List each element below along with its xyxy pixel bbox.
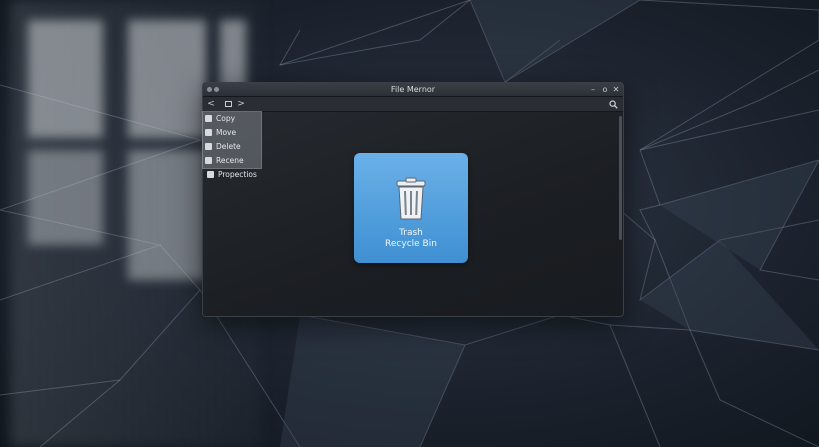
view-mode-icon[interactable] [222,97,234,111]
rename-icon [205,157,212,164]
file-manager-window: File Mernor – o ✕ < > Trash Recycle Bin [202,82,624,317]
item-subtitle: Recycle Bin [385,239,437,249]
menu-item-properties[interactable]: Propectios [207,169,267,181]
trash-item[interactable]: Trash Recycle Bin [354,153,468,263]
forward-button[interactable]: > [235,97,247,111]
menu-item-delete[interactable]: Delete [205,141,265,153]
minimize-button[interactable]: – [588,83,598,96]
desktop: File Mernor – o ✕ < > Trash Recycle Bin … [0,0,819,447]
toolbar: < > [203,97,623,112]
trash-icon [396,177,426,220]
close-button[interactable]: ✕ [611,83,621,96]
menu-item-move[interactable]: Move [205,127,265,139]
item-name: Trash [399,228,423,238]
copy-icon [205,115,212,122]
properties-icon [207,171,214,178]
title-bar[interactable]: File Mernor – o ✕ [203,83,623,97]
search-button[interactable] [607,97,619,111]
window-title: File Mernor [390,85,436,94]
move-icon [205,129,212,136]
menu-item-copy[interactable]: Copy [205,113,265,125]
file-view[interactable]: Trash Recycle Bin [203,112,623,316]
menu-item-rename[interactable]: Recene [205,155,265,167]
search-icon [608,100,618,109]
scrollbar[interactable] [619,116,622,240]
back-button[interactable]: < [205,97,217,111]
maximize-button[interactable]: o [600,83,610,96]
delete-icon [205,143,212,150]
